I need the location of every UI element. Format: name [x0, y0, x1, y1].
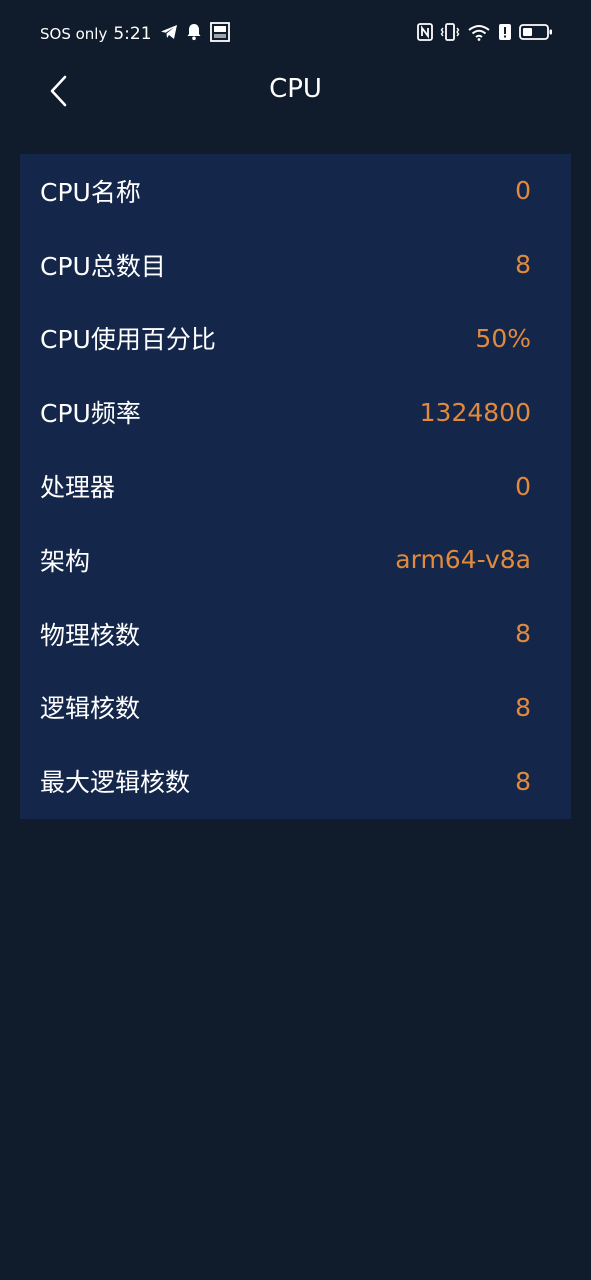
row-value: 8: [515, 250, 531, 280]
row-label: CPU总数目: [40, 251, 166, 281]
telegram-icon: [160, 24, 178, 44]
row-value: 8: [515, 766, 531, 796]
row-label: CPU使用百分比: [40, 325, 216, 355]
row-label: 架构: [40, 546, 91, 576]
info-row-cpu-name: CPU名称 0: [20, 154, 571, 228]
info-row-cpu-frequency: CPU频率 1324800: [20, 375, 571, 449]
row-label: 最大逻辑核数: [40, 768, 191, 798]
info-row-cpu-count: CPU总数目 8: [20, 228, 571, 302]
row-label: 物理核数: [40, 620, 141, 650]
info-row-logical-cores: 逻辑核数 8: [20, 671, 571, 745]
row-value: 8: [515, 619, 531, 649]
cpu-info-card: CPU名称 0 CPU总数目 8 CPU使用百分比 50% CPU频率 1324…: [20, 154, 571, 819]
carrier-text: SOS only: [40, 25, 108, 43]
info-row-max-logical-cores: 最大逻辑核数 8: [20, 744, 571, 818]
screenshot-icon: [209, 22, 230, 46]
battery-icon: [519, 23, 553, 45]
row-label: 逻辑核数: [40, 694, 141, 724]
row-label: 处理器: [40, 473, 116, 503]
wifi-icon: [467, 23, 491, 45]
row-value: 50%: [475, 323, 531, 353]
page-title: CPU: [269, 74, 322, 104]
clock-text: 5:21: [113, 24, 152, 44]
status-left: SOS only 5:21: [40, 22, 230, 46]
row-label: CPU名称: [40, 177, 141, 207]
info-row-processor: 处理器 0: [20, 449, 571, 523]
row-value: 8: [515, 692, 531, 722]
status-right: [410, 22, 553, 46]
row-value: arm64-v8a: [395, 545, 531, 575]
row-value: 0: [515, 471, 531, 501]
info-row-cpu-usage: CPU使用百分比 50%: [20, 302, 571, 376]
header: CPU: [0, 60, 591, 122]
status-bar: SOS only 5:21: [0, 0, 591, 64]
bell-icon: [186, 23, 202, 45]
row-label: CPU频率: [40, 399, 141, 429]
info-row-physical-cores: 物理核数 8: [20, 597, 571, 671]
alert-icon: [498, 23, 512, 45]
info-row-architecture: 架构 arm64-v8a: [20, 523, 571, 597]
vibrate-icon: [440, 23, 460, 45]
row-value: 1324800: [419, 397, 531, 427]
row-value: 0: [515, 176, 531, 206]
nfc-icon: [417, 23, 433, 45]
